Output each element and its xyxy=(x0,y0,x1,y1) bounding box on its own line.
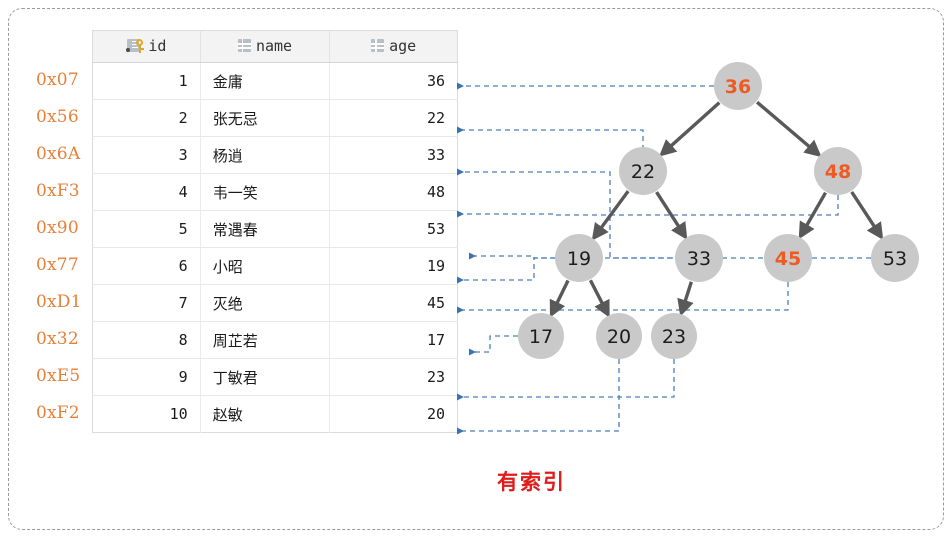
table-row[interactable]: 6 小昭 19 xyxy=(92,247,458,285)
table-row[interactable]: 1 金庸 36 xyxy=(92,62,458,100)
cell-age: 53 xyxy=(329,210,458,248)
cell-age: 22 xyxy=(329,99,458,137)
table-row[interactable]: 8 周芷若 17 xyxy=(92,321,458,359)
row-address-label: 0x6A xyxy=(36,143,81,164)
cell-age: 45 xyxy=(329,284,458,322)
cell-name: 常遇春 xyxy=(200,210,331,248)
row-address-label: 0x32 xyxy=(36,328,79,349)
cell-id: 3 xyxy=(92,136,201,174)
table-row[interactable]: 10 赵敏 20 xyxy=(92,395,458,433)
cell-name: 金庸 xyxy=(200,62,331,100)
caption-has-index: 有索引 xyxy=(497,470,566,494)
cell-age: 23 xyxy=(329,358,458,396)
row-address-label: 0xD1 xyxy=(36,291,82,312)
cell-id: 9 xyxy=(92,358,201,396)
cell-name: 丁敏君 xyxy=(200,358,331,396)
column-header-age: age xyxy=(329,30,458,63)
cell-id: 7 xyxy=(92,284,201,322)
row-address-label: 0xE5 xyxy=(36,365,81,386)
cell-id: 6 xyxy=(92,247,201,285)
cell-name: 周芷若 xyxy=(200,321,331,359)
cell-age: 33 xyxy=(329,136,458,174)
cell-id: 1 xyxy=(92,62,201,100)
cell-age: 20 xyxy=(329,395,458,433)
table-row[interactable]: 7 灭绝 45 xyxy=(92,284,458,322)
table-row[interactable]: 2 张无忌 22 xyxy=(92,99,458,137)
cell-name: 灭绝 xyxy=(200,284,331,322)
row-address-label: 0xF3 xyxy=(36,180,80,201)
cell-age: 17 xyxy=(329,321,458,359)
column-grid-icon xyxy=(371,39,385,53)
column-header-id: id xyxy=(92,30,201,63)
cell-name: 韦一笑 xyxy=(200,173,331,211)
diagram-root: 0x07 0x56 0x6A 0xF3 0x90 0x77 0xD1 0x32 0xE5 0xF2… xyxy=(0,0,952,538)
table-row[interactable]: 4 韦一笑 48 xyxy=(92,173,458,211)
cell-name: 赵敏 xyxy=(200,395,331,433)
cell-age: 19 xyxy=(329,247,458,285)
cell-name: 杨逍 xyxy=(200,136,331,174)
cell-id: 5 xyxy=(92,210,201,248)
cell-id: 10 xyxy=(92,395,201,433)
cell-id: 8 xyxy=(92,321,201,359)
cell-name: 张无忌 xyxy=(200,99,331,137)
cell-age: 36 xyxy=(329,62,458,100)
cell-id: 4 xyxy=(92,173,201,211)
row-address-label: 0x77 xyxy=(36,254,79,275)
row-address-label: 0x56 xyxy=(36,106,79,127)
column-header-name: name xyxy=(200,30,331,63)
cell-id: 2 xyxy=(92,99,201,137)
table-row[interactable]: 9 丁敏君 23 xyxy=(92,358,458,396)
records-table: id name age 1 金庸 36 2 张无忌 22 3 杨逍 33 4 韦一笑 48 xyxy=(92,30,458,433)
table-row[interactable]: 5 常遇春 53 xyxy=(92,210,458,248)
column-header-id-label: id xyxy=(148,36,167,55)
row-address-label: 0x07 xyxy=(36,69,79,90)
row-address-label: 0xF2 xyxy=(36,402,80,423)
column-header-name-label: name xyxy=(255,36,293,55)
cell-age: 48 xyxy=(329,173,458,211)
column-header-age-label: age xyxy=(389,36,417,55)
table-body: 1 金庸 36 2 张无忌 22 3 杨逍 33 4 韦一笑 48 5 常遇春 53 6 小昭 19 7 灭绝 45 8 周… xyxy=(92,62,458,433)
table-header-row: id name age xyxy=(92,30,458,63)
row-address-label: 0x90 xyxy=(36,217,79,238)
column-grid-icon xyxy=(237,39,251,53)
primary-key-icon xyxy=(126,38,144,53)
table-row[interactable]: 3 杨逍 33 xyxy=(92,136,458,174)
cell-name: 小昭 xyxy=(200,247,331,285)
table-header: id name age xyxy=(92,30,458,63)
